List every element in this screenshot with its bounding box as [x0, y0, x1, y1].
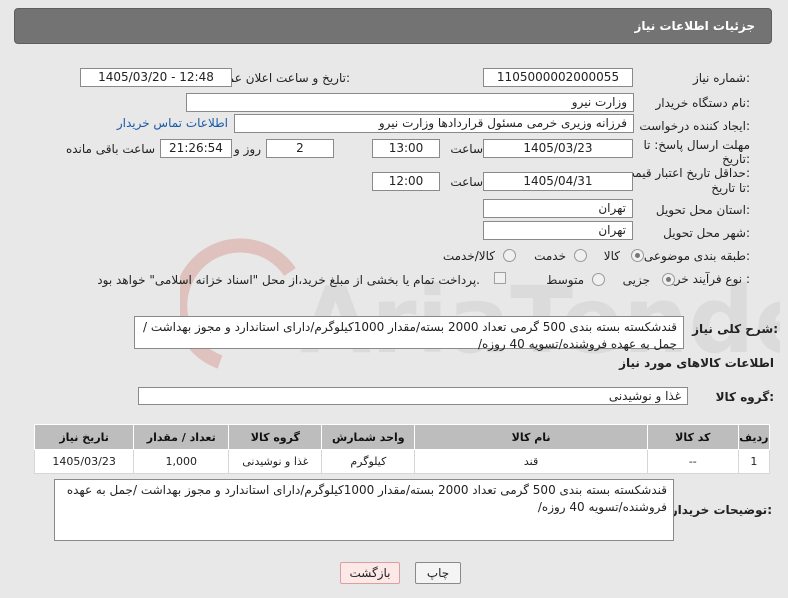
buyer-notes-label: توضیحات خریدار:: [670, 503, 772, 517]
delivery-province-label: استان محل تحویل:: [655, 203, 750, 217]
need-number-field: 1105000002000055: [483, 68, 633, 87]
goods-table: ردیف کد کالا نام کالا واحد شمارش گروه کا…: [33, 424, 771, 474]
treasury-payment-note: پرداخت تمام یا بخشی از مبلغ خرید،از محل …: [97, 273, 480, 287]
process-label: نوع فرآیند خرید :: [665, 272, 750, 286]
days-remaining-field: 2: [266, 139, 334, 158]
col-date: تاریخ نیاز: [33, 424, 135, 450]
category-option-goods: کالا: [603, 249, 620, 263]
announce-field: 1405/03/20 - 12:48: [80, 68, 232, 87]
cell-group: غذا و نوشیدنی: [228, 449, 323, 474]
col-code: کد کالا: [646, 424, 739, 450]
price-validity-label-line1: حداقل تاریخ اعتبار قیمت:: [623, 166, 750, 180]
cell-row: 1: [737, 449, 771, 474]
page-title: جزئیات اطلاعات نیاز: [634, 19, 755, 33]
delivery-city-field: تهران: [483, 221, 633, 240]
cell-name: قند: [414, 449, 648, 474]
cell-quantity: 1,000: [133, 449, 230, 474]
col-row: ردیف: [737, 424, 771, 450]
back-button[interactable]: بازگشت: [340, 562, 400, 584]
process-radio-minor[interactable]: [662, 273, 675, 286]
description-label: شرح کلی نیاز:: [692, 322, 778, 336]
price-validity-date-field: 1405/04/31: [483, 172, 633, 191]
deadline-time-field: 13:00: [372, 139, 440, 158]
description-text: قندشکسته بسته بندی 500 گرمی تعداد 2000 ب…: [134, 316, 684, 351]
price-validity-time-field: 12:00: [372, 172, 440, 191]
buyer-contact-link[interactable]: اطلاعات تماس خریدار: [117, 116, 228, 130]
requester-label: ایجاد کننده درخواست:: [639, 119, 750, 133]
need-number-label: شماره نیاز:: [692, 71, 750, 85]
delivery-province-field: تهران: [483, 199, 633, 218]
days-label: روز و: [234, 142, 261, 156]
delivery-city-label: شهر محل تحویل:: [663, 226, 750, 240]
deadline-date-field: 1405/03/23: [483, 139, 633, 158]
goods-group-label: گروه کالا:: [715, 390, 774, 404]
requester-field: فرزانه وزیری خرمی مسئول قراردادها وزارت …: [234, 114, 634, 133]
goods-section-title: اطلاعات کالاهای مورد نیاز: [619, 356, 774, 370]
buyer-label: نام دستگاه خریدار:: [655, 96, 751, 110]
col-unit: واحد شمارش: [321, 424, 416, 450]
category-option-service: خدمت: [534, 249, 566, 263]
deadline-time-label: ساعت: [450, 142, 483, 156]
time-remaining-label: ساعت باقی مانده: [65, 142, 155, 156]
col-name: نام کالا: [414, 424, 648, 450]
category-radio-goods[interactable]: [631, 249, 644, 262]
category-option-goods-service: کالا/خدمت: [442, 249, 495, 263]
deadline-label-line2: تاریخ:: [722, 152, 750, 166]
buyer-notes-text: قندشکسته بسته بندی 500 گرمی تعداد 2000 ب…: [54, 479, 674, 541]
treasury-payment-checkbox[interactable]: [494, 272, 506, 284]
category-radio-goods-service[interactable]: [503, 249, 516, 262]
table-row: 1 -- قند کیلوگرم غذا و نوشیدنی 1,000 140…: [33, 449, 771, 474]
process-option-medium: متوسط: [546, 273, 584, 287]
process-option-minor: جزیی: [622, 273, 650, 287]
col-quantity: تعداد / مقدار: [133, 424, 230, 450]
cell-code: --: [646, 449, 739, 474]
category-label: طبقه بندی موضوعی:: [643, 249, 750, 263]
col-group: گروه کالا: [228, 424, 323, 450]
cell-date: 1405/03/23: [33, 449, 135, 474]
price-validity-time-label: ساعت: [450, 175, 483, 189]
buyer-field: وزارت نیرو: [186, 93, 634, 112]
cell-unit: کیلوگرم: [321, 449, 416, 474]
price-validity-label-line2: تا تاریخ:: [711, 181, 750, 195]
deadline-label-line1: مهلت ارسال پاسخ: تا: [643, 138, 750, 152]
goods-group-field: غذا و نوشیدنی: [138, 387, 688, 405]
print-button[interactable]: چاپ: [415, 562, 461, 584]
process-radio-medium[interactable]: [592, 273, 605, 286]
time-remaining-field: 21:26:54: [160, 139, 232, 158]
header-bar: جزئیات اطلاعات نیاز: [14, 8, 772, 44]
category-radio-service[interactable]: [574, 249, 587, 262]
